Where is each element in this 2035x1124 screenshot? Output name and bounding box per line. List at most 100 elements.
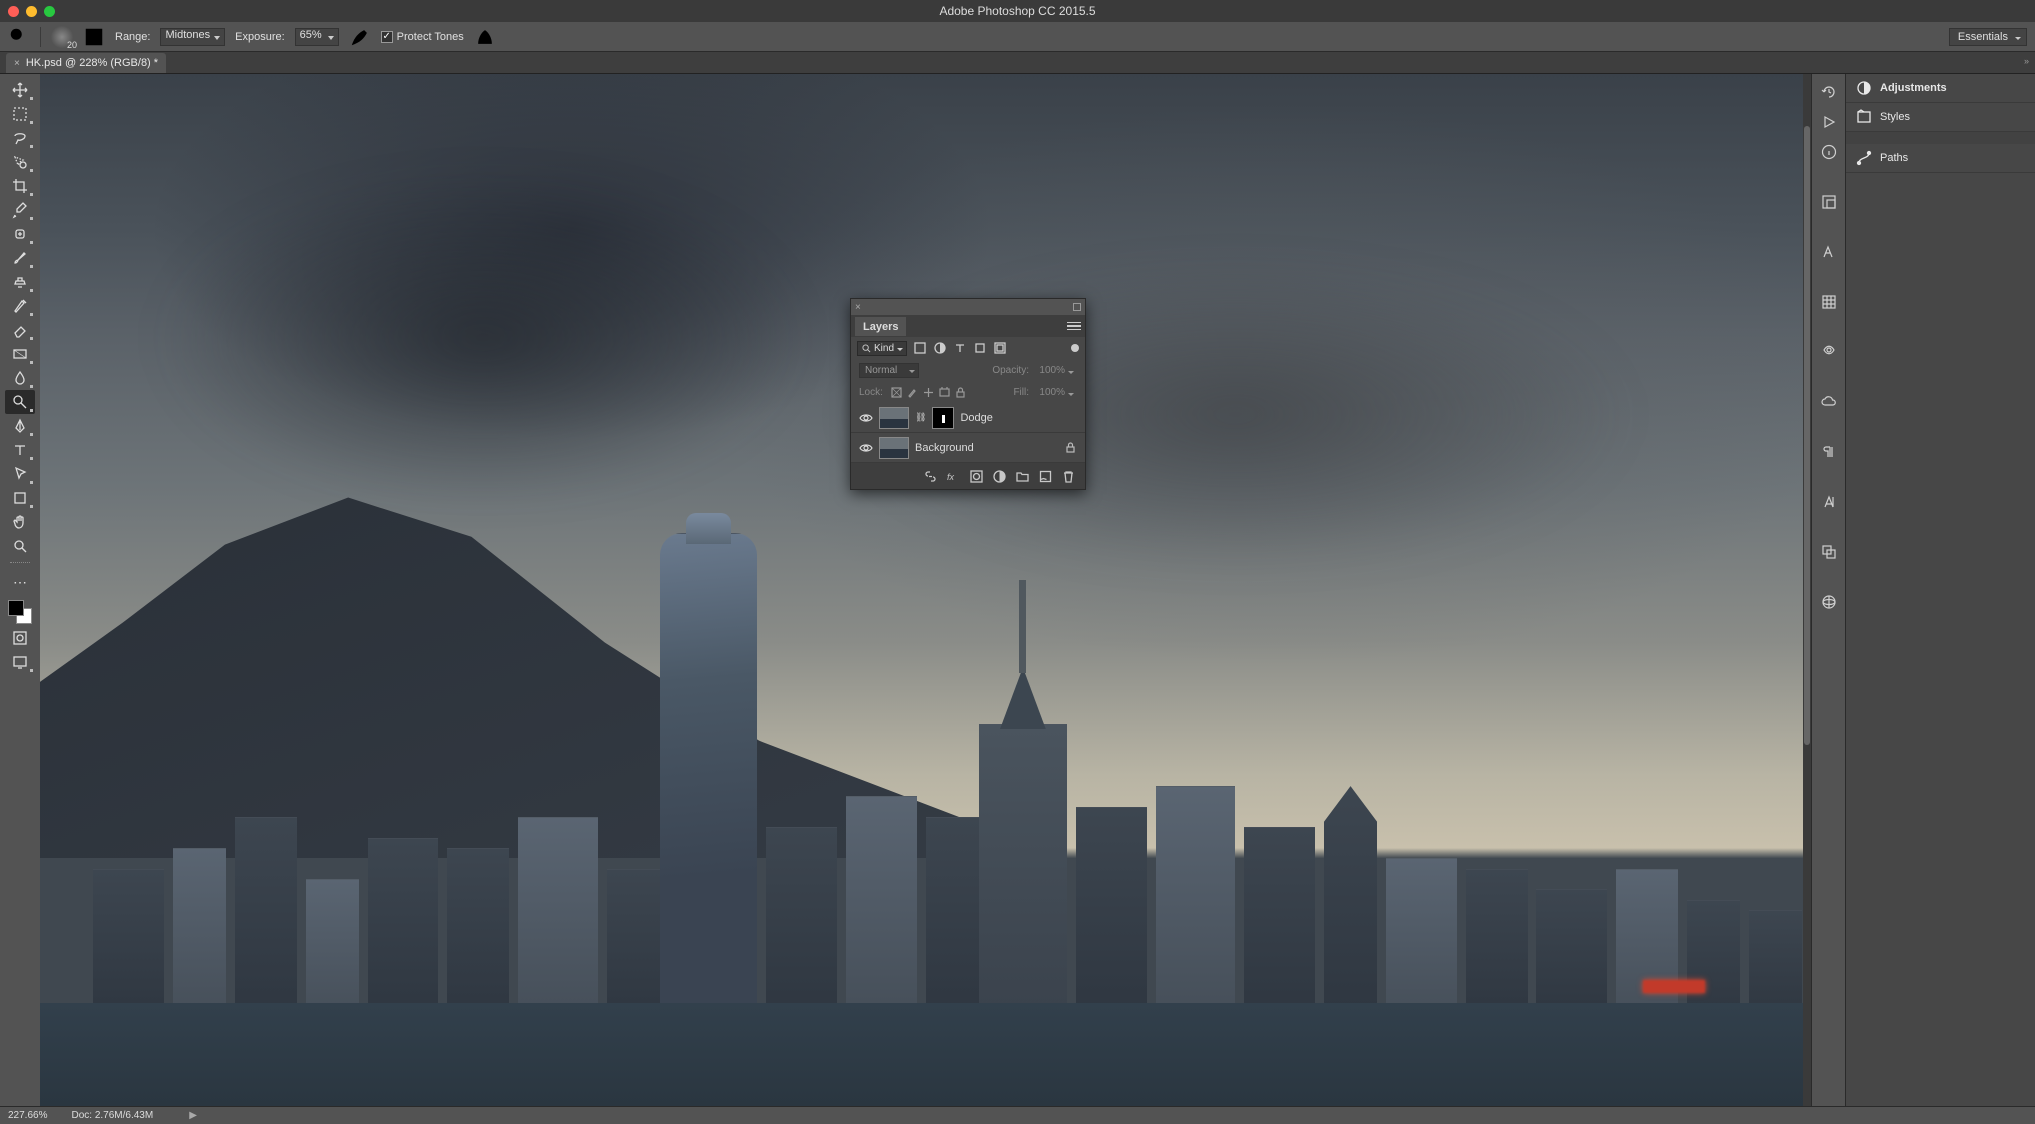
lock-all-icon[interactable] [955,387,966,398]
filter-kind-select[interactable]: Kind [857,341,907,356]
lock-position-icon[interactable] [923,387,934,398]
paragraph-panel-icon[interactable] [1817,440,1841,464]
brush-preview[interactable]: 20 [51,26,73,48]
visibility-toggle[interactable] [859,441,873,455]
pen-tool[interactable] [5,414,35,438]
mask-link-icon[interactable]: ⛓ [915,412,926,423]
adjustments-panel-tab[interactable]: Adjustments [1846,74,2035,103]
filter-toggle[interactable] [1071,344,1079,352]
new-layer-icon[interactable] [1039,470,1052,483]
workspace-switcher[interactable]: Essentials [1949,28,2027,46]
zoom-level[interactable]: 227.66% [8,1110,47,1121]
history-brush-tool[interactable] [5,294,35,318]
styles-panel-tab[interactable]: Styles [1846,103,2035,132]
exposure-field[interactable]: 65% [295,28,339,46]
filter-type-icon[interactable] [953,341,967,355]
layer-name[interactable]: Dodge [960,412,1077,424]
type-tool[interactable] [5,438,35,462]
lock-paint-icon[interactable] [907,387,918,398]
glyphs-panel-icon[interactable] [1817,490,1841,514]
swatches-panel-icon[interactable] [1817,290,1841,314]
layers-tab[interactable]: Layers [855,317,906,336]
fill-field[interactable]: 100% [1037,387,1077,398]
new-adjustment-icon[interactable] [993,470,1006,483]
layers-panel[interactable]: × Layers Kind Normal [850,298,1086,490]
range-select[interactable]: Midtones [160,28,225,46]
shape-tool[interactable] [5,486,35,510]
libraries-panel-icon[interactable] [1817,340,1841,364]
zoom-tool[interactable] [5,534,35,558]
airbrush-icon[interactable] [349,26,371,48]
blend-mode-select[interactable]: Normal [859,363,919,378]
status-menu-icon[interactable]: ▶ [189,1110,197,1121]
visibility-toggle[interactable] [859,411,873,425]
traffic-light-zoom[interactable] [44,6,55,17]
character-panel-icon[interactable] [1817,240,1841,264]
quick-select-tool[interactable] [5,150,35,174]
canvas[interactable]: × Layers Kind Normal [40,74,1811,1106]
color-swatches[interactable] [6,598,34,626]
doc-info[interactable]: Doc: 2.76M/6.43M [71,1110,153,1121]
properties-panel-icon[interactable] [1817,190,1841,214]
panel-titlebar[interactable]: × [851,299,1085,315]
opacity-field[interactable]: 100% [1037,365,1077,376]
document-tab-bar: × HK.psd @ 228% (RGB/8) * » [0,52,2035,74]
dodge-tool[interactable] [5,390,35,414]
move-tool[interactable] [5,78,35,102]
hand-tool[interactable] [5,510,35,534]
marquee-tool[interactable] [5,102,35,126]
traffic-light-minimize[interactable] [26,6,37,17]
layer-mask-thumbnail[interactable] [932,407,954,429]
layer-fx-icon[interactable]: fx [947,470,960,483]
filter-pixel-icon[interactable] [913,341,927,355]
filter-shape-icon[interactable] [973,341,987,355]
filter-smart-icon[interactable] [993,341,1007,355]
opacity-label: Opacity: [992,365,1029,376]
dodge-tool-icon[interactable] [8,26,30,48]
3d-panel-icon[interactable] [1817,590,1841,614]
actions-panel-icon[interactable] [1817,110,1841,134]
panel-close-icon[interactable]: × [855,302,861,313]
screen-mode-icon[interactable] [5,650,35,674]
link-layers-icon[interactable] [924,470,937,483]
new-group-icon[interactable] [1016,470,1029,483]
lock-artboard-icon[interactable] [939,387,950,398]
quick-mask-icon[interactable] [5,626,35,650]
filter-adjust-icon[interactable] [933,341,947,355]
panel-menu-icon[interactable] [1067,319,1081,334]
pressure-opacity-icon[interactable] [474,26,496,48]
gradient-tool[interactable] [5,342,35,366]
add-mask-icon[interactable] [970,470,983,483]
document-tab[interactable]: × HK.psd @ 228% (RGB/8) * [6,53,166,73]
layer-name[interactable]: Background [915,442,1059,454]
foreground-color-swatch[interactable] [8,600,24,616]
crop-tool[interactable] [5,174,35,198]
info-panel-icon[interactable] [1817,140,1841,164]
edit-toolbar[interactable]: ⋯ [5,570,35,594]
blur-tool[interactable] [5,366,35,390]
path-select-tool[interactable] [5,462,35,486]
clone-stamp-tool[interactable] [5,270,35,294]
lock-transparent-icon[interactable] [891,387,902,398]
cc-libraries-icon[interactable] [1817,390,1841,414]
eraser-tool[interactable] [5,318,35,342]
brush-panel-toggle-icon[interactable] [83,26,105,48]
delete-layer-icon[interactable] [1062,470,1075,483]
tab-close-icon[interactable]: × [14,58,20,69]
lasso-tool[interactable] [5,126,35,150]
tab-overflow-icon[interactable]: » [2024,56,2029,66]
canvas-vertical-scrollbar[interactable] [1803,74,1811,1106]
history-panel-icon[interactable] [1817,80,1841,104]
brush-tool[interactable] [5,246,35,270]
layer-comps-icon[interactable] [1817,540,1841,564]
layer-thumbnail[interactable] [879,437,909,459]
paths-panel-tab[interactable]: Paths [1846,144,2035,173]
layer-row[interactable]: ⛓ Dodge [851,403,1085,433]
protect-tones-checkbox[interactable]: Protect Tones [381,31,464,43]
eyedropper-tool[interactable] [5,198,35,222]
panel-collapse-icon[interactable] [1073,303,1081,311]
healing-brush-tool[interactable] [5,222,35,246]
layer-row[interactable]: Background [851,433,1085,463]
layer-thumbnail[interactable] [879,407,909,429]
traffic-light-close[interactable] [8,6,19,17]
